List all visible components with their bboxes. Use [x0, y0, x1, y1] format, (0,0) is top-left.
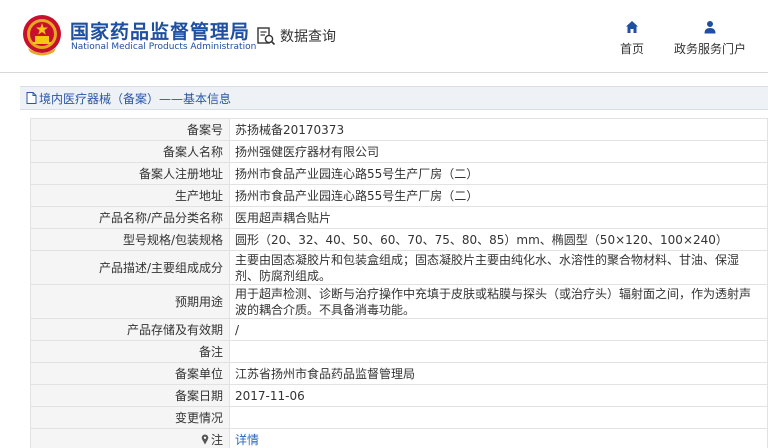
field-value: 扬州市食品产业园连心路55号生产厂房（二） — [229, 162, 768, 185]
site-title: 国家药品监督管理局 — [70, 21, 251, 43]
field-value: 2017-11-06 — [229, 384, 768, 407]
data-query-label: 数据查询 — [280, 29, 336, 45]
document-icon — [26, 92, 37, 104]
breadcrumb-text: 境内医疗器械（备案）——基本信息 — [39, 91, 232, 106]
field-value: 医用超声耦合贴片 — [229, 206, 768, 229]
pin-icon — [201, 434, 209, 445]
table-row: 备案号 苏扬械备20170373 — [30, 118, 768, 141]
table-row: 预期用途 用于超声检测、诊断与治疗操作中充填于皮肤或粘膜与探头（或治疗头）辐射面… — [30, 284, 768, 319]
field-label: 备注 — [30, 340, 230, 363]
note-label-text: 注 — [210, 433, 223, 447]
field-label: 备案号 — [30, 118, 230, 141]
field-label: 生产地址 — [30, 184, 230, 207]
field-label: 备案日期 — [30, 384, 230, 407]
breadcrumb: 境内医疗器械（备案）——基本信息 — [20, 86, 768, 110]
table-row: 产品描述/主要组成成分 主要由固态凝胶片和包装盒组成；固态凝胶片主要由纯化水、水… — [30, 250, 768, 285]
note-label-cell: 注 — [30, 428, 230, 448]
field-value: 圆形（20、32、40、50、60、70、75、80、85）mm、椭圆型（50×… — [229, 228, 768, 251]
nav-home-label: 首页 — [619, 42, 644, 56]
table-row: 生产地址 扬州市食品产业园连心路55号生产厂房（二） — [30, 184, 768, 207]
table-row: 备案单位 江苏省扬州市食品药品监督管理局 — [30, 362, 768, 385]
data-search-icon — [257, 27, 276, 46]
header-divider — [0, 72, 768, 73]
field-value — [229, 340, 768, 363]
national-emblem-icon — [23, 15, 61, 56]
field-label: 备案单位 — [30, 362, 230, 385]
note-label: 注 — [201, 431, 223, 448]
field-value — [229, 406, 768, 429]
record-info-table: 备案号 苏扬械备20170373 备案人名称 扬州强健医疗器材有限公司 备案人注… — [30, 118, 768, 448]
site-header: 国家药品监督管理局 National Medical Products Admi… — [0, 0, 768, 72]
field-value: 扬州强健医疗器材有限公司 — [229, 140, 768, 163]
field-value: 详情 — [229, 428, 768, 448]
nav-portal-link[interactable]: 政务服务门户 — [668, 20, 752, 57]
field-value: 苏扬械备20170373 — [229, 118, 768, 141]
field-label: 预期用途 — [30, 284, 230, 319]
nav-home-link[interactable]: 首页 — [612, 20, 652, 57]
home-icon — [626, 21, 638, 33]
field-label: 备案人名称 — [30, 140, 230, 163]
table-row: 型号规格/包装规格 圆形（20、32、40、50、60、70、75、80、85）… — [30, 228, 768, 251]
field-label: 产品名称/产品分类名称 — [30, 206, 230, 229]
table-row: 变更情况 — [30, 406, 768, 429]
data-query-link[interactable]: 数据查询 — [256, 24, 336, 48]
field-label: 产品描述/主要组成成分 — [30, 250, 230, 285]
field-value: 主要由固态凝胶片和包装盒组成；固态凝胶片主要由纯化水、水溶性的聚合物材料、甘油、… — [229, 250, 768, 285]
field-label: 型号规格/包装规格 — [30, 228, 230, 251]
field-value: / — [229, 318, 768, 341]
details-link[interactable]: 详情 — [235, 433, 259, 447]
table-row: 备注 — [30, 340, 768, 363]
table-row: 注 详情 — [30, 428, 768, 448]
field-label: 产品存储及有效期 — [30, 318, 230, 341]
nav-portal-label: 政务服务门户 — [673, 42, 746, 56]
field-value: 用于超声检测、诊断与治疗操作中充填于皮肤或粘膜与探头（或治疗头）辐射面之间，作为… — [229, 284, 768, 319]
table-row: 备案人注册地址 扬州市食品产业园连心路55号生产厂房（二） — [30, 162, 768, 185]
table-row: 产品存储及有效期 / — [30, 318, 768, 341]
user-icon — [704, 21, 716, 34]
field-label: 备案人注册地址 — [30, 162, 230, 185]
table-row: 产品名称/产品分类名称 医用超声耦合贴片 — [30, 206, 768, 229]
table-row: 备案人名称 扬州强健医疗器材有限公司 — [30, 140, 768, 163]
field-label: 变更情况 — [30, 406, 230, 429]
table-row: 备案日期 2017-11-06 — [30, 384, 768, 407]
field-value: 扬州市食品产业园连心路55号生产厂房（二） — [229, 184, 768, 207]
field-value: 江苏省扬州市食品药品监督管理局 — [229, 362, 768, 385]
site-subtitle: National Medical Products Administration — [71, 42, 257, 52]
